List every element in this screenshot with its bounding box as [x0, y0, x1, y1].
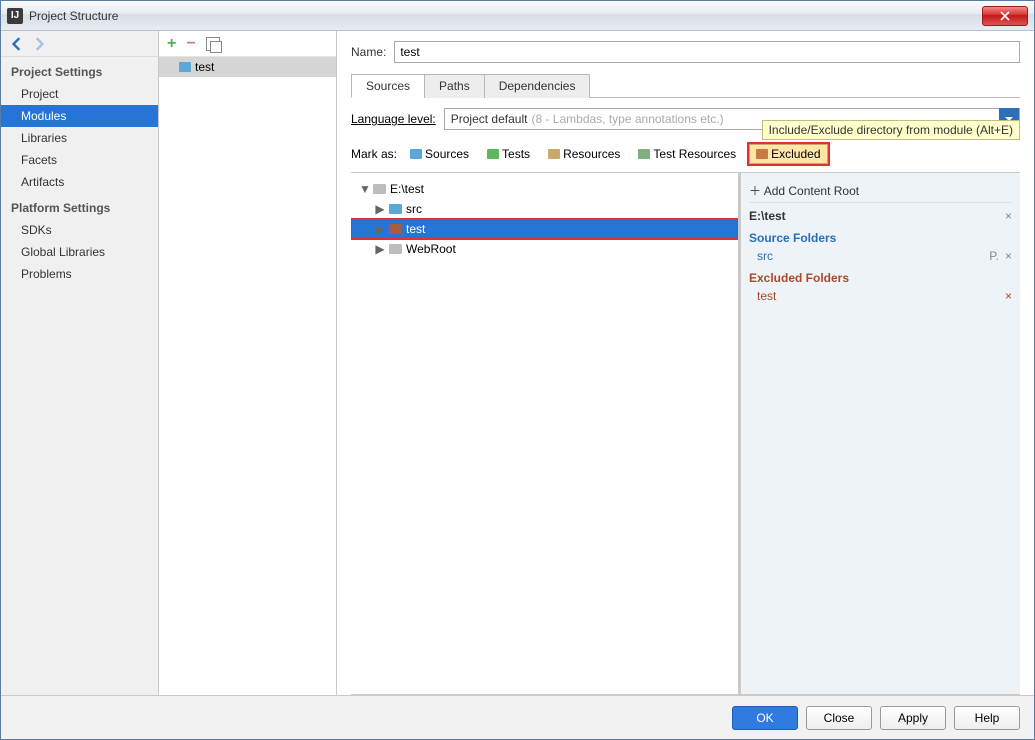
project-structure-window: IJ Project Structure Project SettingsPro… — [0, 0, 1035, 740]
excluded-folder-item[interactable]: test × — [749, 289, 1012, 303]
remove-root-button[interactable]: × — [1005, 209, 1012, 223]
mark-as-label: Mark as: — [351, 147, 397, 161]
color-swatch-icon — [487, 149, 499, 159]
mark-chip-label: Tests — [502, 147, 530, 161]
sidebar-item-problems[interactable]: Problems — [1, 263, 158, 285]
source-folders-header: Source Folders — [749, 229, 1012, 245]
tree-root-label: E:\test — [390, 182, 424, 196]
tree-item-label: src — [406, 202, 422, 216]
back-button[interactable] — [9, 36, 25, 52]
sidebar-item-global-libraries[interactable]: Global Libraries — [1, 241, 158, 263]
app-icon: IJ — [7, 8, 23, 24]
content-root-path: E:\test — [749, 209, 786, 223]
tab-paths[interactable]: Paths — [424, 74, 485, 98]
sidebar-item-facets[interactable]: Facets — [1, 149, 158, 171]
tree-item[interactable]: ▶ src — [351, 199, 738, 219]
remove-source-button[interactable]: × — [1005, 249, 1012, 263]
source-folder-item[interactable]: src P. × — [749, 249, 1012, 263]
tree-item-label: test — [406, 222, 425, 236]
tree-item[interactable]: ▶ WebRoot — [351, 239, 738, 259]
window-title: Project Structure — [29, 9, 982, 23]
sidebar-item-modules[interactable]: Modules — [1, 105, 158, 127]
package-prefix-icon[interactable]: P. — [989, 249, 999, 263]
mark-as-row: Include/Exclude directory from module (A… — [351, 144, 1020, 164]
mark-excluded[interactable]: Excluded — [749, 144, 827, 164]
folder-icon — [389, 224, 402, 234]
sidebar-item-sdks[interactable]: SDKs — [1, 219, 158, 241]
color-swatch-icon — [548, 149, 560, 159]
tooltip: Include/Exclude directory from module (A… — [762, 120, 1020, 140]
source-tree[interactable]: ▼ E:\test ▶ src ▶ test ▶ WebRoot — [351, 173, 740, 694]
titlebar: IJ Project Structure — [1, 1, 1034, 31]
source-folder-label: src — [757, 249, 773, 263]
name-label: Name: — [351, 45, 386, 59]
modules-panel: + − test — [159, 31, 337, 695]
sidebar-item-project[interactable]: Project — [1, 83, 158, 105]
close-button[interactable] — [982, 6, 1028, 26]
color-swatch-icon — [756, 149, 768, 159]
language-level-label: Language level: — [351, 112, 436, 126]
apply-button[interactable]: Apply — [880, 706, 946, 730]
module-label: test — [195, 60, 214, 74]
content-roots-panel: ＋ Add Content Root E:\test × Source Fold… — [740, 173, 1020, 694]
language-level-value: Project default — [451, 112, 528, 126]
module-item[interactable]: test — [159, 57, 336, 77]
sidebar-item-artifacts[interactable]: Artifacts — [1, 171, 158, 193]
mark-chip-label: Resources — [563, 147, 620, 161]
mark-chip-label: Test Resources — [653, 147, 736, 161]
excluded-folders-header: Excluded Folders — [749, 267, 1012, 285]
forward-button[interactable] — [31, 36, 47, 52]
caret-right-icon[interactable]: ▶ — [375, 202, 385, 216]
folder-icon — [373, 184, 386, 194]
sidebar-item-libraries[interactable]: Libraries — [1, 127, 158, 149]
mark-resources[interactable]: Resources — [543, 144, 625, 164]
close-icon — [1000, 11, 1010, 21]
sidebar-section-header: Project Settings — [1, 57, 158, 83]
tree-item[interactable]: ▶ test — [351, 219, 738, 239]
tabs: SourcesPathsDependencies — [351, 73, 1020, 98]
copy-module-button[interactable] — [206, 37, 220, 51]
mark-chip-label: Excluded — [771, 147, 820, 161]
tree-item-label: WebRoot — [406, 242, 456, 256]
remove-module-button[interactable]: − — [186, 35, 195, 53]
add-module-button[interactable]: + — [167, 35, 176, 53]
mark-sources[interactable]: Sources — [405, 144, 474, 164]
folder-icon — [179, 62, 191, 72]
mark-test-resources[interactable]: Test Resources — [633, 144, 741, 164]
remove-excluded-button[interactable]: × — [1005, 289, 1012, 303]
tab-dependencies[interactable]: Dependencies — [484, 74, 591, 98]
mark-chip-label: Sources — [425, 147, 469, 161]
name-input[interactable] — [394, 41, 1020, 63]
color-swatch-icon — [410, 149, 422, 159]
arrow-right-icon — [32, 37, 46, 51]
close-dialog-button[interactable]: Close — [806, 706, 872, 730]
caret-right-icon[interactable]: ▶ — [375, 242, 385, 256]
mark-tests[interactable]: Tests — [482, 144, 535, 164]
add-content-root-button[interactable]: ＋ Add Content Root — [749, 179, 1012, 203]
sidebar-section-header: Platform Settings — [1, 193, 158, 219]
excluded-folder-label: test — [757, 289, 776, 303]
tab-sources[interactable]: Sources — [351, 74, 425, 98]
language-level-hint: (8 - Lambdas, type annotations etc.) — [531, 112, 723, 126]
folder-icon — [389, 204, 402, 214]
footer: OK Close Apply Help — [1, 695, 1034, 739]
folder-icon — [389, 244, 402, 254]
main-panel: Name: SourcesPathsDependencies Language … — [337, 31, 1034, 695]
arrow-left-icon — [10, 37, 24, 51]
sidebar: Project SettingsProjectModulesLibrariesF… — [1, 31, 159, 695]
color-swatch-icon — [638, 149, 650, 159]
help-button[interactable]: Help — [954, 706, 1020, 730]
caret-right-icon[interactable]: ▶ — [375, 222, 385, 236]
ok-button[interactable]: OK — [732, 706, 798, 730]
tree-root[interactable]: ▼ E:\test — [351, 179, 738, 199]
caret-down-icon[interactable]: ▼ — [359, 182, 369, 196]
